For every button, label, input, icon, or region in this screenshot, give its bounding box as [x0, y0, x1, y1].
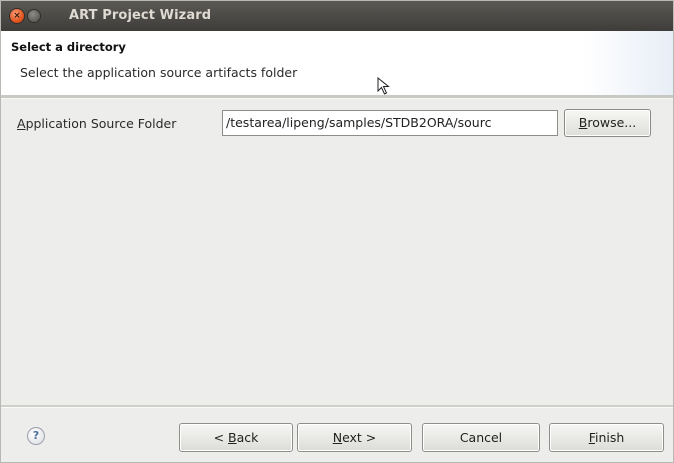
help-icon[interactable]: ? — [27, 427, 45, 445]
source-folder-label: Application Source Folder — [17, 116, 176, 131]
back-mnemonic: B — [228, 430, 237, 445]
back-prefix: < — [213, 430, 229, 445]
mouse-pointer-icon — [377, 77, 390, 95]
wizard-window: × ART Project Wizard Select a directory … — [0, 0, 674, 463]
finish-button[interactable]: Finish — [549, 423, 664, 452]
minimize-icon[interactable] — [28, 10, 40, 22]
next-mnemonic: N — [332, 430, 343, 445]
finish-label: inish — [594, 430, 625, 445]
window-title: ART Project Wizard — [69, 8, 212, 23]
header-banner: Select a directory Select the applicatio… — [1, 31, 673, 95]
source-folder-label-mnemonic: A — [17, 116, 26, 131]
back-label: ack — [236, 430, 259, 445]
next-label: ext > — [342, 430, 377, 445]
browse-label: rowse... — [587, 115, 637, 130]
browse-button[interactable]: Browse... — [564, 109, 651, 137]
next-button[interactable]: Next > — [297, 423, 412, 452]
cancel-button[interactable]: Cancel — [422, 423, 540, 452]
header-divider — [1, 95, 673, 99]
page-description: Select the application source artifacts … — [20, 65, 298, 80]
close-icon[interactable]: × — [10, 9, 24, 23]
banner-decoration — [583, 31, 673, 95]
title-bar[interactable]: × ART Project Wizard — [1, 1, 673, 31]
source-folder-input[interactable]: /testarea/lipeng/samples/STDB2ORA/sourc — [222, 110, 558, 136]
back-button[interactable]: < Back — [179, 423, 293, 452]
cancel-label: Cancel — [459, 430, 503, 445]
footer-divider — [1, 405, 673, 408]
source-folder-label-text: pplication Source Folder — [25, 116, 177, 131]
page-title: Select a directory — [11, 40, 126, 54]
